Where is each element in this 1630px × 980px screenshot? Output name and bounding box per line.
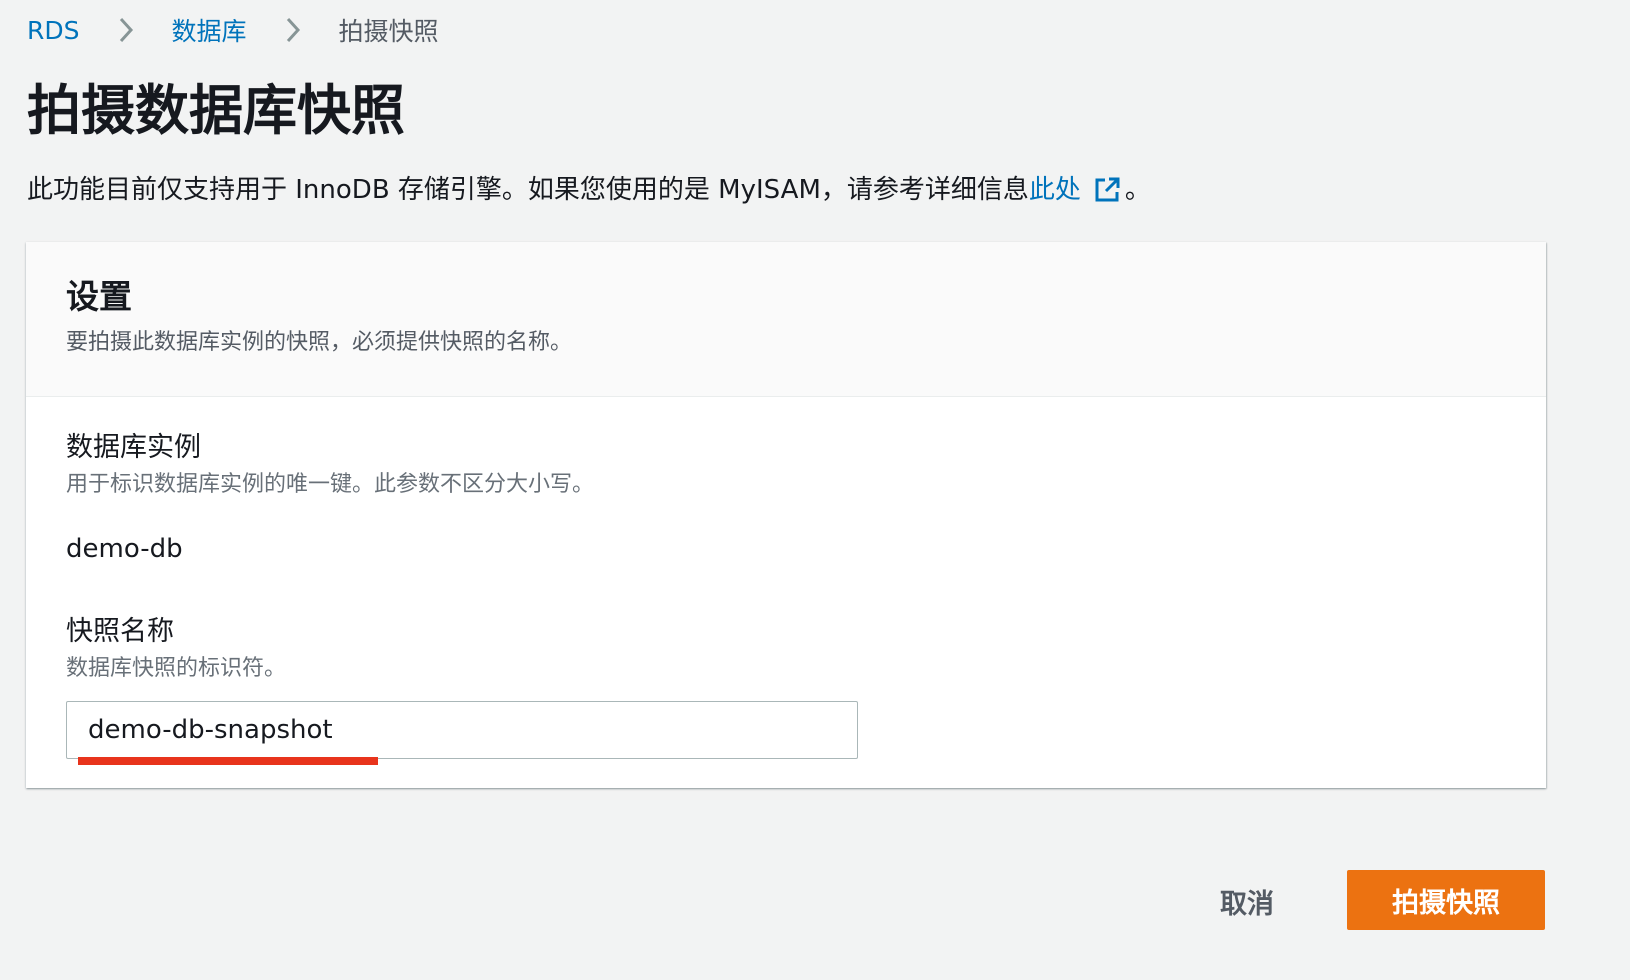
external-link-icon — [1093, 176, 1121, 204]
snapshot-name-field: 快照名称 数据库快照的标识符。 — [66, 611, 1506, 765]
snapshot-name-label: 快照名称 — [66, 616, 174, 647]
breadcrumb-item-current: 拍摄快照 — [338, 17, 439, 46]
info-message: 此功能目前仅支持用于 InnoDB 存储引擎。如果您使用的是 MyISAM，请参… — [27, 168, 1151, 212]
chevron-right-icon — [100, 10, 152, 50]
info-link-label: 此处 — [1028, 175, 1081, 205]
settings-header: 设置 要拍摄此数据库实例的快照，必须提供快照的名称。 — [26, 242, 1546, 397]
settings-description: 要拍摄此数据库实例的快照，必须提供快照的名称。 — [66, 330, 573, 355]
db-instance-label: 数据库实例 — [66, 432, 201, 463]
info-here-link[interactable]: 此处 — [1029, 168, 1125, 212]
chevron-right-icon — [267, 10, 319, 50]
info-suffix: 。 — [1124, 175, 1151, 205]
db-instance-value: demo-db — [66, 534, 183, 564]
annotation-underline — [78, 757, 378, 765]
settings-title: 设置 — [66, 277, 132, 316]
settings-body: 数据库实例 用于标识数据库实例的唯一键。此参数不区分大小写。 demo-db 快… — [26, 397, 1546, 765]
breadcrumb-item-databases[interactable]: 数据库 — [172, 12, 247, 48]
snapshot-name-input[interactable] — [66, 701, 858, 759]
breadcrumb-item-rds[interactable]: RDS — [27, 16, 80, 45]
page: RDS 数据库 拍摄快照 拍摄数据库快照 此功能目前仅支持用于 InnoDB 存… — [0, 0, 1630, 980]
cancel-button[interactable]: 取消 — [1200, 872, 1294, 930]
take-snapshot-button[interactable]: 拍摄快照 — [1347, 870, 1545, 930]
snapshot-name-input-wrapper — [66, 701, 858, 765]
db-instance-field: 数据库实例 用于标识数据库实例的唯一键。此参数不区分大小写。 demo-db — [66, 427, 1506, 569]
info-text: 此功能目前仅支持用于 InnoDB 存储引擎。如果您使用的是 MyISAM，请参… — [27, 175, 1029, 205]
breadcrumb: RDS 数据库 拍摄快照 — [27, 10, 439, 50]
page-title: 拍摄数据库快照 — [27, 79, 405, 142]
snapshot-name-description: 数据库快照的标识符。 — [66, 656, 287, 681]
settings-container: 设置 要拍摄此数据库实例的快照，必须提供快照的名称。 数据库实例 用于标识数据库… — [26, 242, 1546, 788]
db-instance-description: 用于标识数据库实例的唯一键。此参数不区分大小写。 — [66, 472, 595, 497]
